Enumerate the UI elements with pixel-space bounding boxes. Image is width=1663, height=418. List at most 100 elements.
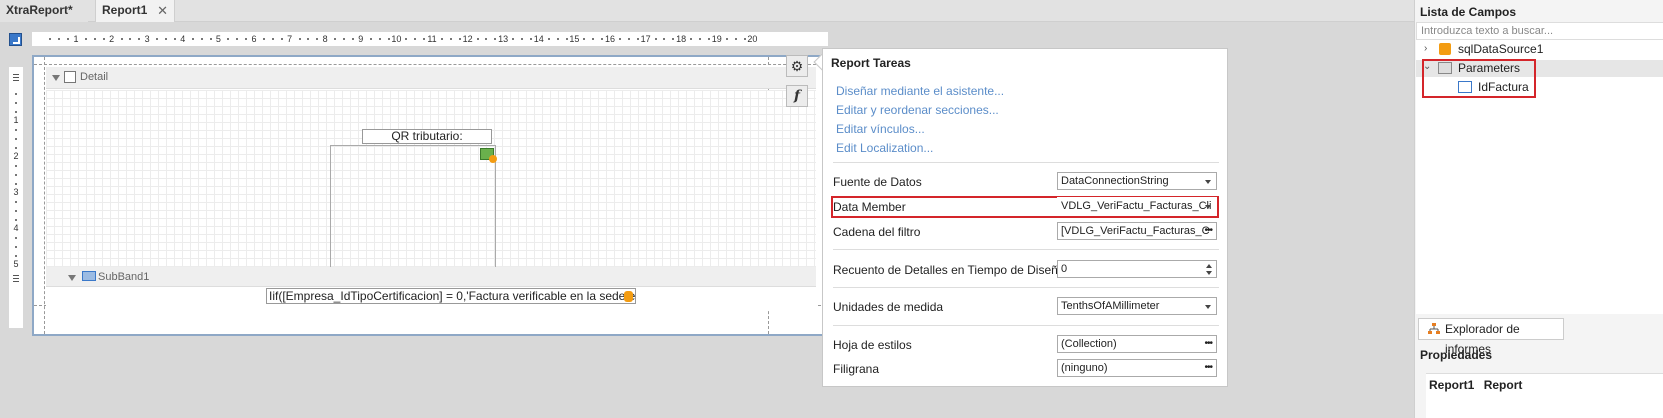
- ruler-dot: [15, 165, 17, 167]
- chevron-down-icon: [1205, 205, 1211, 209]
- ruler-dot: [15, 102, 17, 104]
- link-edit-bindings[interactable]: Editar vínculos...: [836, 122, 925, 136]
- label-watermark: Filigrana: [833, 362, 880, 376]
- detail-count-spinner[interactable]: 0: [1057, 260, 1217, 278]
- style-sheet-field[interactable]: (Collection) •••: [1057, 335, 1217, 353]
- chevron-right-icon[interactable]: ›: [1424, 43, 1427, 54]
- ruler-tick-label: 4: [13, 223, 19, 233]
- task-panel-title: Report Tareas: [831, 56, 911, 70]
- chevron-down-icon: [1205, 305, 1211, 309]
- report-explorer-tab[interactable]: Explorador de informes: [1418, 318, 1564, 356]
- ruler-dot: [15, 93, 17, 95]
- ruler-tick-label: 5: [13, 259, 19, 269]
- ruler-dot: [440, 38, 443, 40]
- expression-text: Iif([Empresa_IdTipoCertificacion] = 0,'F…: [269, 289, 636, 303]
- ruler-dot: [307, 38, 310, 40]
- ruler-tick-label: 3: [13, 187, 19, 197]
- collapse-arrow-icon[interactable]: [68, 275, 76, 281]
- data-source-dropdown[interactable]: DataConnectionString: [1057, 172, 1217, 190]
- ruler-dot: [120, 38, 123, 40]
- ruler-dot: [84, 38, 87, 40]
- ruler-dot: [725, 38, 728, 40]
- separator: [833, 287, 1219, 288]
- ellipsis-icon[interactable]: •••: [1204, 223, 1212, 239]
- ruler-dot: [734, 38, 737, 40]
- ruler-dot: [458, 38, 461, 40]
- gear-icon: ⚙: [790, 58, 804, 74]
- separator: [833, 249, 1219, 250]
- watermark-field[interactable]: (ninguno) •••: [1057, 359, 1217, 377]
- search-placeholder: Introduzca texto a buscar...: [1421, 25, 1554, 37]
- ruler-dot: [636, 38, 639, 40]
- band-label: SubBand1: [98, 271, 150, 283]
- ruler-dot: [369, 38, 372, 40]
- ruler-dot: [262, 38, 265, 40]
- ruler-dot: [351, 38, 354, 40]
- link-edit-bands[interactable]: Editar y reordenar secciones...: [836, 103, 999, 117]
- ruler-dot: [271, 38, 274, 40]
- report-tasks-panel: Report Tareas Diseñar mediante el asiste…: [822, 48, 1228, 387]
- ruler-dot: [156, 38, 159, 40]
- ruler-corner-button[interactable]: [9, 33, 22, 46]
- ruler-dot: [690, 38, 693, 40]
- ruler-dot: [93, 38, 96, 40]
- selected-object[interactable]: Report1 Report: [1429, 378, 1522, 392]
- tree-item-sqldatasource[interactable]: › sqlDataSource1: [1416, 42, 1663, 58]
- data-member-dropdown[interactable]: VDLG_VeriFactu_Facturas_Cli: [1057, 197, 1217, 215]
- properties-grid: Report1 Report: [1426, 373, 1663, 418]
- band-label: Detail: [80, 71, 109, 83]
- ruler-dot: [138, 38, 141, 40]
- spin-up-icon[interactable]: [1206, 264, 1212, 268]
- field-search-input[interactable]: Introduzca texto a buscar...: [1416, 22, 1663, 40]
- ruler-dot: [556, 38, 559, 40]
- smart-tag-button[interactable]: ⚙: [786, 55, 808, 77]
- ruler-dot: [378, 38, 381, 40]
- field-value: 0: [1061, 263, 1068, 275]
- link-design-wizard[interactable]: Diseñar mediante el asistente...: [836, 84, 1004, 98]
- subband-header[interactable]: SubBand1: [46, 267, 816, 287]
- collapse-arrow-icon[interactable]: [52, 75, 60, 81]
- field-list-panel: Lista de Campos Introduzca texto a busca…: [1414, 0, 1663, 418]
- detail-band-icon: [64, 71, 76, 83]
- spin-down-icon[interactable]: [1206, 271, 1212, 275]
- document-tab-bar: XtraReport* Report1 ✕: [0, 0, 1504, 22]
- ruler-dot: [521, 38, 523, 40]
- separator: [833, 325, 1219, 326]
- ruler-dot: [245, 38, 248, 40]
- ruler-dot: [15, 237, 17, 239]
- ruler-dot: [58, 38, 61, 40]
- tab-report1[interactable]: Report1 ✕: [95, 0, 175, 22]
- ruler-dot: [592, 38, 595, 40]
- close-icon[interactable]: ✕: [157, 0, 168, 21]
- field-tree: › sqlDataSource1 ⌄ Parameters IdFactura: [1416, 40, 1663, 314]
- report-design-surface[interactable]: Detail QR tributario: SubBand1 Iif([Empr…: [32, 55, 828, 336]
- qr-label-control[interactable]: QR tributario:: [362, 129, 492, 144]
- ruler-dot: [173, 38, 176, 40]
- expression-editor-button[interactable]: f: [786, 85, 808, 107]
- ruler-dot: [627, 38, 630, 40]
- ruler-dot: [743, 38, 746, 40]
- ruler-dot: [565, 38, 568, 40]
- ruler-dot: [654, 38, 657, 40]
- link-edit-localization[interactable]: Edit Localization...: [836, 141, 933, 155]
- ruler-dot: [15, 255, 17, 257]
- ellipsis-icon[interactable]: •••: [1204, 360, 1212, 376]
- filter-string-field[interactable]: [VDLG_VeriFactu_Facturas_C •••: [1057, 222, 1217, 240]
- tab-label: Report1: [102, 3, 148, 17]
- ruler-dot: [343, 38, 345, 40]
- field-value: (ninguno): [1061, 362, 1108, 374]
- label-data-source: Fuente de Datos: [833, 175, 922, 189]
- detail-band-header[interactable]: Detail: [46, 67, 816, 89]
- vertical-ruler: 1 2 3 4 5: [9, 67, 23, 328]
- margin-line: [34, 64, 826, 65]
- ruler-dot: [663, 38, 666, 40]
- ellipsis-icon[interactable]: •••: [1204, 336, 1212, 352]
- tab-xtrareport[interactable]: XtraReport*: [0, 0, 88, 22]
- ruler-dot: [15, 111, 17, 113]
- ruler-dot: [405, 38, 408, 40]
- subband-area[interactable]: Iif([Empresa_IdTipoCertificacion] = 0,'F…: [46, 287, 816, 311]
- detail-band-grid[interactable]: QR tributario:: [46, 90, 816, 307]
- measure-units-dropdown[interactable]: TenthsOfAMillimeter: [1057, 297, 1217, 315]
- expression-label-control[interactable]: Iif([Empresa_IdTipoCertificacion] = 0,'F…: [266, 288, 636, 304]
- properties-title: Propiedades: [1420, 348, 1493, 362]
